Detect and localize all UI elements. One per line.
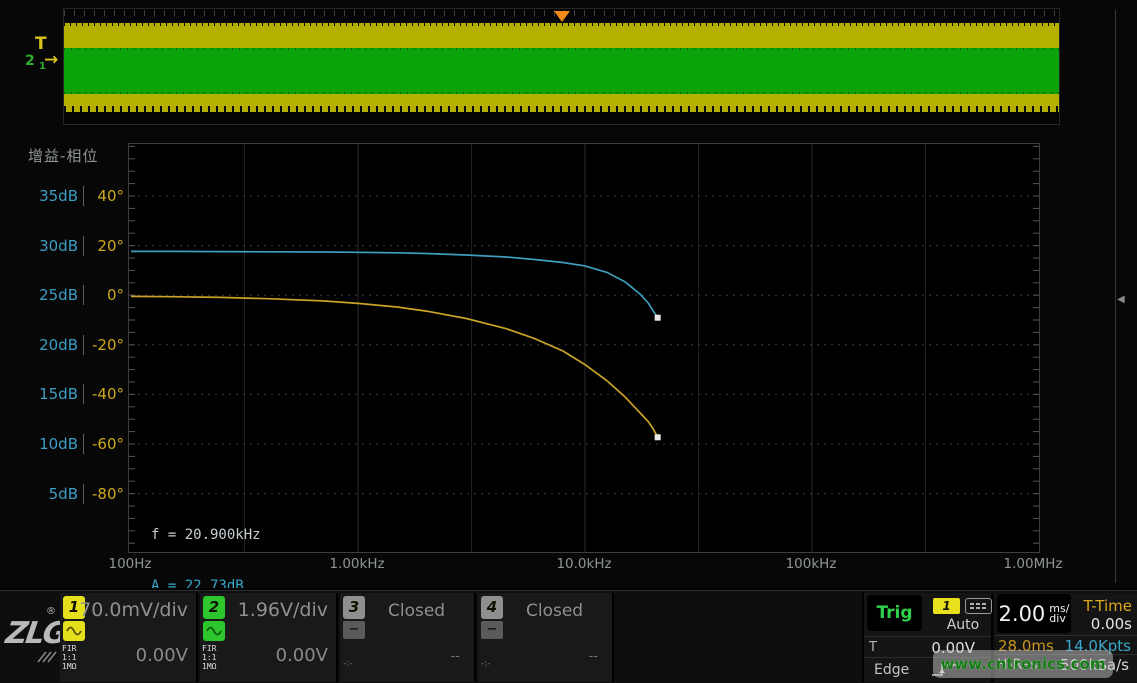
- axis-row: 10dB -60°: [28, 434, 124, 454]
- axis-divider: [83, 384, 84, 404]
- phase-tick-label: 40°: [88, 187, 124, 205]
- ch3-state: Closed: [388, 601, 445, 621]
- marker-arrow-icon: →: [44, 52, 58, 69]
- freq-tick-label: 100Hz: [85, 556, 175, 572]
- ch1-offset: 0.00V: [136, 645, 188, 666]
- ch1-coupling-icon[interactable]: [63, 621, 85, 641]
- freq-tick-label: 1.00MHz: [988, 556, 1078, 572]
- bode-title: 增益-相位: [28, 145, 98, 166]
- t-time-value: 0.00s: [1091, 615, 1132, 633]
- t-time-label: T-Time: [1083, 597, 1132, 615]
- cursor-frequency: f = 20.900kHz: [151, 527, 261, 544]
- axis-divider: [83, 484, 84, 504]
- ch2-scale: 1.96V/div: [238, 599, 328, 621]
- divider: [995, 635, 1137, 636]
- freq-tick-label: 10.0kHz: [539, 556, 629, 572]
- ch3-offset: --: [451, 649, 460, 664]
- phase-tick-label: -20°: [88, 336, 124, 354]
- trigger-coupling-icon[interactable]: [965, 598, 992, 614]
- status-bar: ZLG ® 1 FIR 1:1 1MΩ 70.0mV/div 0.00V 2: [0, 588, 1137, 683]
- channel-3-badge[interactable]: 3: [343, 596, 365, 619]
- divider: [864, 636, 991, 637]
- watermark: www.cntronics.com: [933, 650, 1113, 678]
- curve-end-marker: [655, 315, 661, 321]
- channel-4-panel[interactable]: 4 − Closed -- -:-: [478, 593, 614, 682]
- channel-1-panel[interactable]: 1 FIR 1:1 1MΩ 70.0mV/div 0.00V: [60, 593, 198, 682]
- gain-tick-label: 20dB: [28, 336, 78, 354]
- curve-end-marker: [655, 434, 661, 440]
- axis-row: 20dB -20°: [28, 335, 124, 355]
- timebase-value: 2.00: [999, 602, 1046, 626]
- phase-tick-label: -80°: [88, 485, 124, 503]
- gain-tick-label: 35dB: [28, 187, 78, 205]
- ch2-position-marker[interactable]: 2: [25, 54, 35, 68]
- sine-icon: [66, 626, 82, 636]
- axis-row: 5dB -80°: [28, 484, 124, 504]
- gain-tick-label: 30dB: [28, 237, 78, 255]
- phase-tick-label: 20°: [88, 237, 124, 255]
- trigger-position-icon[interactable]: [554, 11, 570, 22]
- trigger-source-badge[interactable]: 1: [933, 598, 960, 614]
- zlg-logo: ZLG: [4, 616, 68, 651]
- freq-tick-label: 1.00kHz: [312, 556, 402, 572]
- phase-tick-label: -60°: [88, 435, 124, 453]
- gain-tick-label: 15dB: [28, 385, 78, 403]
- axis-row: 25dB 0°: [28, 285, 124, 305]
- hatch-icon: [36, 648, 58, 664]
- sine-icon: [206, 626, 222, 636]
- ch2-offset: 0.00V: [276, 645, 328, 666]
- axis-row: 30dB 20°: [28, 236, 124, 256]
- gain-tick-label: 10dB: [28, 435, 78, 453]
- channel-2-panel[interactable]: 2 FIR 1:1 1MΩ 1.96V/div 0.00V: [200, 593, 338, 682]
- trig-status[interactable]: Trig: [867, 595, 922, 631]
- axis-divider: [83, 285, 84, 305]
- bode-curves: [129, 144, 1039, 552]
- ch1-probe-info: FIR 1:1 1MΩ: [62, 644, 76, 671]
- ch4-state: Closed: [526, 601, 583, 621]
- axis-row: 35dB 40°: [28, 186, 124, 206]
- trigger-type[interactable]: Edge: [874, 662, 909, 678]
- right-panel-divider: [1115, 10, 1116, 583]
- gain-tick-label: 25dB: [28, 286, 78, 304]
- axis-row: 15dB -40°: [28, 384, 124, 404]
- trigger-level-label: T: [869, 640, 877, 655]
- timebase-unit-bottom: div: [1049, 614, 1069, 624]
- phase-tick-label: 0°: [88, 286, 124, 304]
- gain-tick-label: 5dB: [28, 485, 78, 503]
- axis-divider: [83, 186, 84, 206]
- axis-divider: [83, 335, 84, 355]
- ch2-coupling-icon[interactable]: [203, 621, 225, 641]
- collapse-menu-arrow-icon[interactable]: ◀: [1117, 295, 1125, 305]
- ch2-waveform-band: [64, 48, 1059, 94]
- ch3-probe-info: -:-: [343, 659, 353, 669]
- registered-mark: ®: [46, 606, 56, 617]
- channel-2-badge[interactable]: 2: [203, 596, 225, 619]
- oscilloscope-screen: T 2 1 → 增益-相位 35dB40° 30dB20° 25dB0° 20d…: [0, 0, 1137, 683]
- ch4-offset: --: [589, 649, 598, 664]
- channel-4-badge[interactable]: 4: [481, 596, 503, 619]
- ch4-probe-info: -:-: [481, 659, 491, 669]
- waveform-overview-strip: [63, 8, 1060, 125]
- bode-plot-area: f = 20.900kHz A = 22.73dB Φ = -57.29°: [128, 143, 1040, 553]
- phase-tick-label: -40°: [88, 385, 124, 403]
- ch4-off-icon: −: [481, 621, 503, 639]
- timebase-scale[interactable]: 2.00 ms/ div: [997, 594, 1071, 633]
- freq-tick-label: 100kHz: [766, 556, 856, 572]
- axis-divider: [83, 434, 84, 454]
- trigger-mode[interactable]: Auto: [933, 617, 993, 633]
- ch3-off-icon: −: [343, 621, 365, 639]
- channel-3-panel[interactable]: 3 − Closed -- -:-: [340, 593, 476, 682]
- ch2-probe-info: FIR 1:1 1MΩ: [202, 644, 216, 671]
- ch1-scale: 70.0mV/div: [79, 599, 188, 621]
- axis-divider: [83, 236, 84, 256]
